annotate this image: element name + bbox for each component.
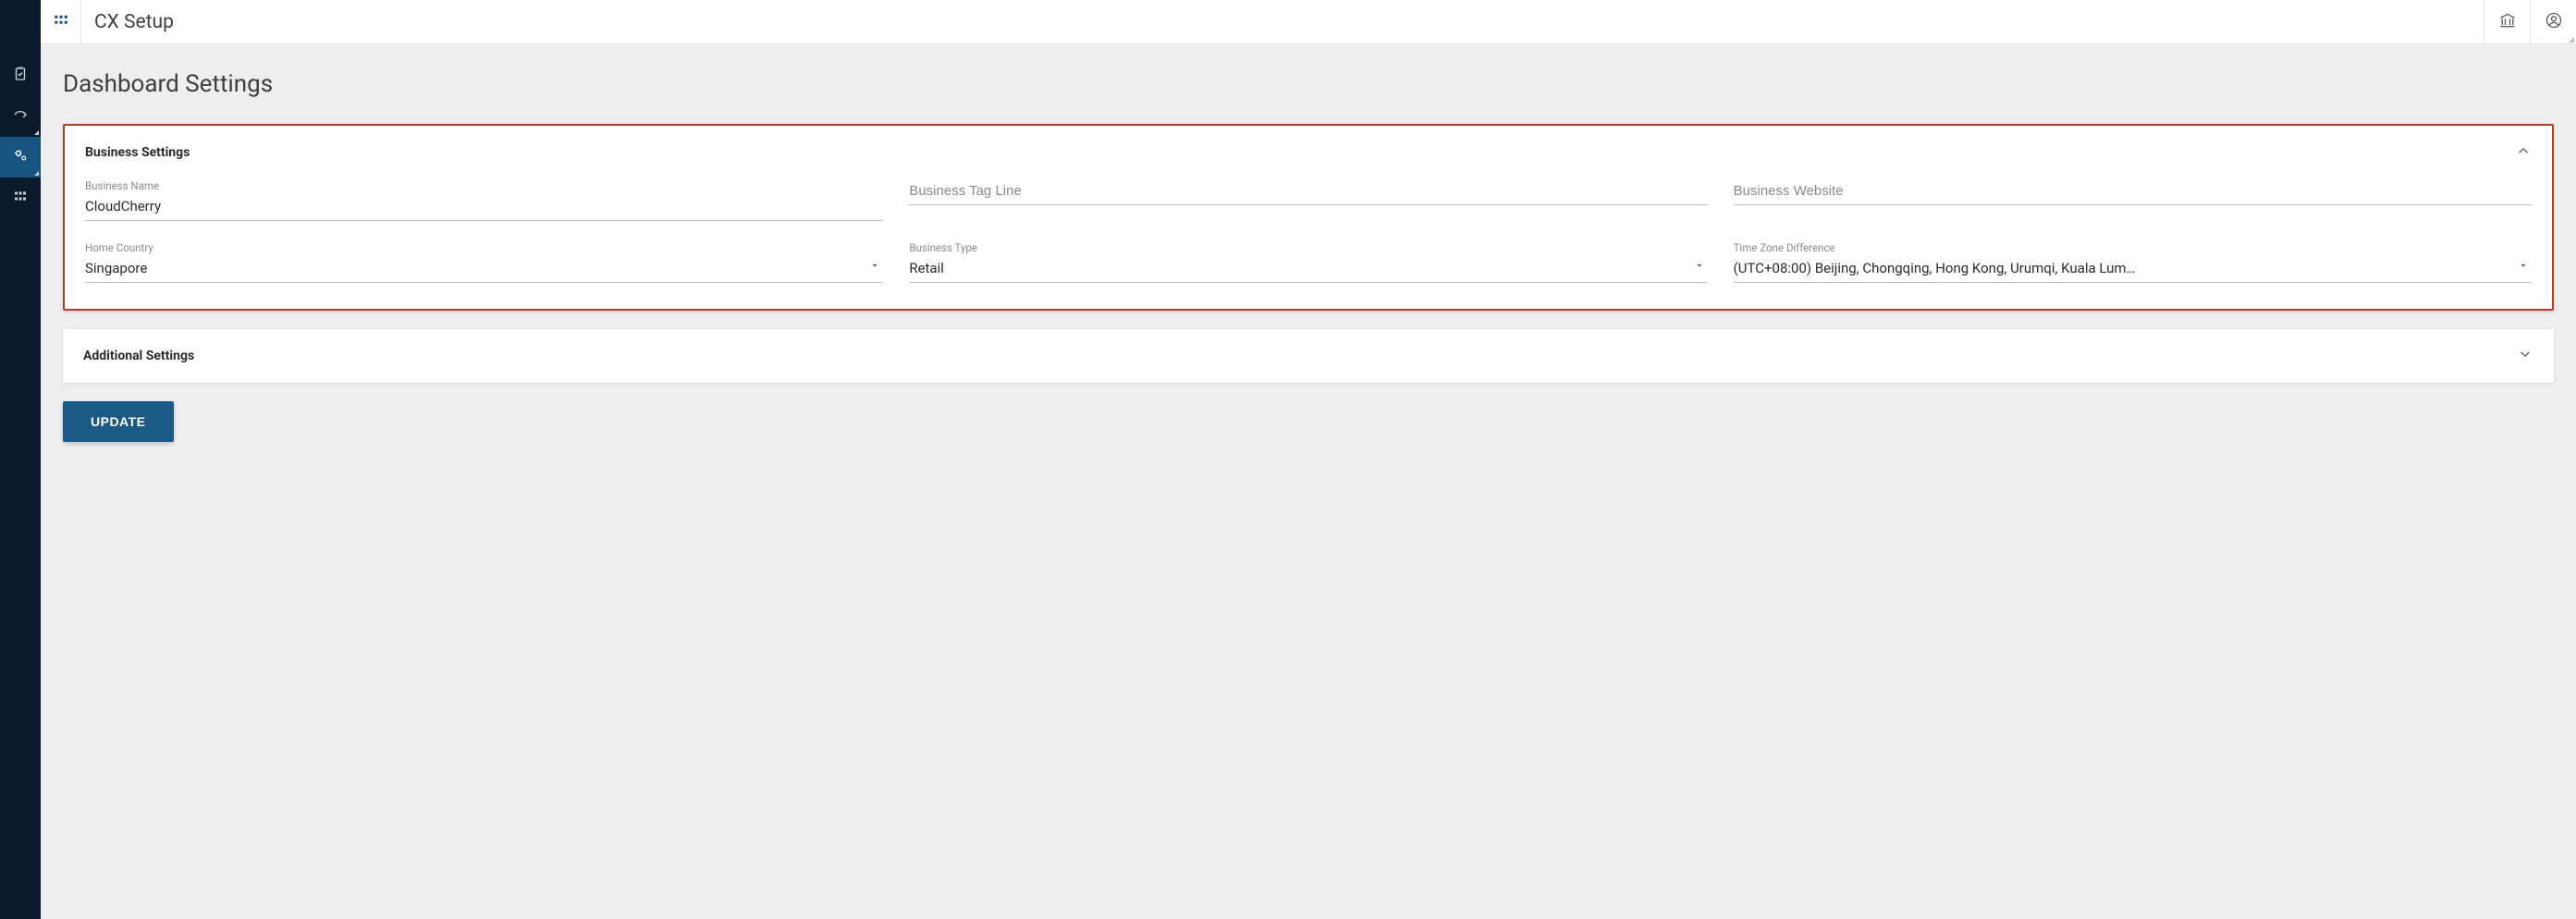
sidebar-item-share[interactable] [0, 96, 41, 137]
org-button[interactable] [2484, 0, 2530, 44]
business-settings-body: Business Name CloudCherry Home C [65, 170, 2552, 309]
page-title: CX Setup [81, 11, 174, 33]
business-settings-header[interactable]: Business Settings [65, 126, 2552, 170]
business-name-field[interactable]: Business Name CloudCherry [85, 179, 883, 221]
apps-grid-icon [53, 12, 69, 32]
business-name-label: Business Name [85, 179, 883, 192]
topbar-left: CX Setup [41, 0, 174, 43]
user-circle-icon [2545, 11, 2563, 33]
gears-icon [12, 147, 29, 167]
additional-settings-header[interactable]: Additional Settings [63, 329, 2554, 383]
business-type-field[interactable]: Business Type Retail [909, 241, 1707, 283]
submenu-indicator-icon [34, 171, 39, 176]
chevron-down-icon [2517, 346, 2533, 366]
timezone-label: Time Zone Difference [1734, 241, 2532, 254]
content: Dashboard Settings Business Settings Bus… [41, 44, 2576, 919]
topbar-right [2484, 0, 2576, 43]
business-type-label: Business Type [909, 241, 1707, 254]
left-sidebar [0, 0, 41, 919]
timezone-field[interactable]: Time Zone Difference (UTC+08:00) Beijing… [1734, 241, 2532, 283]
update-button[interactable]: UPDATE [63, 401, 174, 442]
topbar: CX Setup [41, 0, 2576, 44]
business-type-select[interactable]: Retail [909, 256, 1707, 283]
modules-icon [12, 188, 29, 208]
bank-icon [2498, 11, 2517, 33]
business-website-input[interactable] [1734, 179, 2532, 205]
apps-menu-button[interactable] [41, 0, 81, 44]
timezone-select[interactable]: (UTC+08:00) Beijing, Chongqing, Hong Kon… [1734, 256, 2532, 283]
main-area: CX Setup Dashboard Settings Business Set… [41, 0, 2576, 919]
dropdown-indicator-icon [2569, 37, 2574, 43]
chevron-up-icon [2515, 142, 2532, 163]
home-country-select[interactable]: Singapore [85, 256, 883, 283]
business-tagline-field[interactable] [909, 179, 1707, 221]
submenu-indicator-icon [34, 130, 39, 135]
business-name-input[interactable]: CloudCherry [85, 194, 883, 221]
additional-settings-title: Additional Settings [83, 349, 194, 363]
home-country-label: Home Country [85, 241, 883, 254]
home-country-field[interactable]: Home Country Singapore [85, 241, 883, 283]
business-tagline-input[interactable] [909, 179, 1707, 205]
sidebar-item-apps[interactable] [0, 178, 41, 218]
section-title: Dashboard Settings [63, 70, 2554, 98]
sidebar-item-clipboard[interactable] [0, 55, 41, 96]
sidebar-item-settings[interactable] [0, 137, 41, 178]
business-settings-title: Business Settings [85, 145, 190, 160]
business-website-field[interactable] [1734, 179, 2532, 221]
profile-button[interactable] [2530, 0, 2576, 44]
share-icon [12, 106, 29, 127]
additional-settings-panel: Additional Settings [63, 329, 2554, 383]
clipboard-icon [12, 66, 29, 86]
business-settings-panel: Business Settings Business Name CloudChe… [63, 124, 2554, 311]
